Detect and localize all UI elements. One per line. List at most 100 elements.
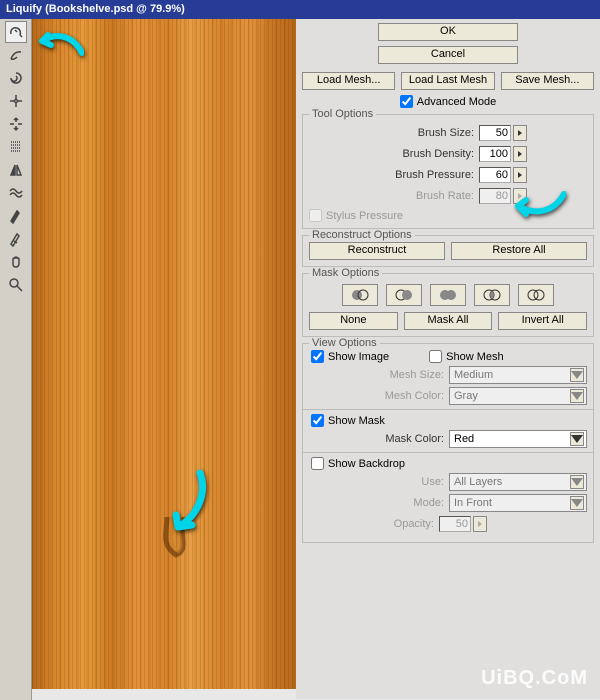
reconstruct-tool-icon xyxy=(8,47,24,63)
backdrop-use-value: All Layers xyxy=(454,476,502,488)
mask-all-button[interactable]: Mask All xyxy=(404,312,493,330)
push-left-tool[interactable] xyxy=(5,136,27,158)
brush-rate-stepper xyxy=(513,188,527,204)
watermark: UiBQ.CoM xyxy=(481,667,588,690)
hand-tool[interactable] xyxy=(5,251,27,273)
turbulence-tool[interactable] xyxy=(5,182,27,204)
window-titlebar: Liquify (Bookshelve.psd @ 79.9%) xyxy=(0,0,600,19)
backdrop-opacity-input: 50 xyxy=(439,516,471,532)
mask-options-fieldset: Mask Options None Mask All Invert All xyxy=(302,273,594,337)
restore-all-button[interactable]: Restore All xyxy=(451,242,587,260)
backdrop-use-select: All Layers xyxy=(449,473,587,491)
caret-right-icon xyxy=(477,521,483,527)
thaw-mask-tool[interactable] xyxy=(5,228,27,250)
mask-subtract-icon xyxy=(438,288,458,302)
show-backdrop-label: Show Backdrop xyxy=(328,458,405,470)
show-backdrop-checkbox[interactable]: Show Backdrop xyxy=(309,457,587,470)
pucker-tool[interactable] xyxy=(5,90,27,112)
show-image-label: Show Image xyxy=(328,351,389,363)
reconstruct-button[interactable]: Reconstruct xyxy=(309,242,445,260)
tool-options-fieldset: Tool Options Brush Size:50 Brush Density… xyxy=(302,114,594,229)
cancel-button[interactable]: Cancel xyxy=(378,46,518,64)
backdrop-opacity-stepper xyxy=(473,516,487,532)
brush-density-label: Brush Density: xyxy=(309,148,479,160)
brush-size-stepper[interactable] xyxy=(513,125,527,141)
mask-subtract-button[interactable] xyxy=(430,284,466,306)
ok-button[interactable]: OK xyxy=(378,23,518,41)
bloat-tool[interactable] xyxy=(5,113,27,135)
options-panel: OK Cancel Load Mesh... Load Last Mesh Sa… xyxy=(296,19,600,699)
backdrop-mode-label: Mode: xyxy=(309,497,449,509)
mask-add-button[interactable] xyxy=(386,284,422,306)
twirl-cw-tool[interactable] xyxy=(5,67,27,89)
load-last-mesh-button[interactable]: Load Last Mesh xyxy=(401,72,494,90)
show-mask-input[interactable] xyxy=(311,414,324,427)
show-mesh-checkbox[interactable]: Show Mesh xyxy=(429,350,503,363)
forward-warp-icon xyxy=(8,24,24,40)
show-mask-checkbox[interactable]: Show Mask xyxy=(309,414,587,427)
warp-smudge xyxy=(162,517,198,567)
reconstruct-tool[interactable] xyxy=(5,44,27,66)
caret-right-icon xyxy=(517,151,523,157)
caret-right-icon xyxy=(517,172,523,178)
show-image-checkbox[interactable]: Show Image xyxy=(311,350,389,363)
forward-warp-tool[interactable] xyxy=(5,21,27,43)
mask-color-select[interactable]: Red xyxy=(449,430,587,448)
advanced-mode-label: Advanced Mode xyxy=(417,96,497,108)
zoom-tool[interactable] xyxy=(5,274,27,296)
chevron-down-icon xyxy=(570,389,584,403)
mask-replace-button[interactable] xyxy=(342,284,378,306)
caret-right-icon xyxy=(517,130,523,136)
brush-size-input[interactable]: 50 xyxy=(479,125,511,141)
invert-all-button[interactable]: Invert All xyxy=(498,312,587,330)
show-mesh-input[interactable] xyxy=(429,350,442,363)
brush-rate-input: 80 xyxy=(479,188,511,204)
stylus-pressure-label: Stylus Pressure xyxy=(326,210,403,222)
pucker-icon xyxy=(8,93,24,109)
show-backdrop-input[interactable] xyxy=(311,457,324,470)
brush-density-stepper[interactable] xyxy=(513,146,527,162)
stylus-pressure-checkbox: Stylus Pressure xyxy=(309,209,587,222)
brush-pressure-input[interactable]: 60 xyxy=(479,167,511,183)
mirror-tool[interactable] xyxy=(5,159,27,181)
twirl-cw-icon xyxy=(8,70,24,86)
mask-options-legend: Mask Options xyxy=(309,267,382,279)
mask-intersect-icon xyxy=(482,288,502,302)
advanced-mode-checkbox[interactable]: Advanced Mode xyxy=(302,95,594,108)
mesh-color-label: Mesh Color: xyxy=(309,390,449,402)
mask-intersect-button[interactable] xyxy=(474,284,510,306)
reconstruct-options-legend: Reconstruct Options xyxy=(309,229,415,241)
load-mesh-button[interactable]: Load Mesh... xyxy=(302,72,395,90)
save-mesh-button[interactable]: Save Mesh... xyxy=(501,72,594,90)
brush-pressure-label: Brush Pressure: xyxy=(309,169,479,181)
turbulence-icon xyxy=(8,185,24,201)
tool-options-legend: Tool Options xyxy=(309,108,376,120)
show-image-input[interactable] xyxy=(311,350,324,363)
mask-add-icon xyxy=(394,288,414,302)
backdrop-opacity-label: Opacity: xyxy=(309,518,439,530)
chevron-down-icon xyxy=(570,496,584,510)
backdrop-use-label: Use: xyxy=(309,476,449,488)
mask-replace-icon xyxy=(350,288,370,302)
thaw-mask-icon xyxy=(8,231,24,247)
show-mesh-label: Show Mesh xyxy=(446,351,503,363)
backdrop-mode-value: In Front xyxy=(454,497,492,509)
brush-size-label: Brush Size: xyxy=(309,127,479,139)
brush-pressure-stepper[interactable] xyxy=(513,167,527,183)
advanced-mode-input[interactable] xyxy=(400,95,413,108)
freeze-mask-tool[interactable] xyxy=(5,205,27,227)
mask-invert-button[interactable] xyxy=(518,284,554,306)
hand-tool-icon xyxy=(8,254,24,270)
view-options-fieldset: View Options Show Image Show Mesh Mesh S… xyxy=(302,343,594,543)
brush-density-input[interactable]: 100 xyxy=(479,146,511,162)
mask-none-button[interactable]: None xyxy=(309,312,398,330)
freeze-mask-icon xyxy=(8,208,24,224)
chevron-down-icon[interactable] xyxy=(570,432,584,446)
mesh-size-select: Medium xyxy=(449,366,587,384)
mask-invert-icon xyxy=(526,288,546,302)
stylus-pressure-input xyxy=(309,209,322,222)
mask-color-value: Red xyxy=(454,433,474,445)
liquify-preview-canvas[interactable] xyxy=(32,19,296,689)
brush-rate-label: Brush Rate: xyxy=(309,190,479,202)
mesh-color-value: Gray xyxy=(454,390,478,402)
